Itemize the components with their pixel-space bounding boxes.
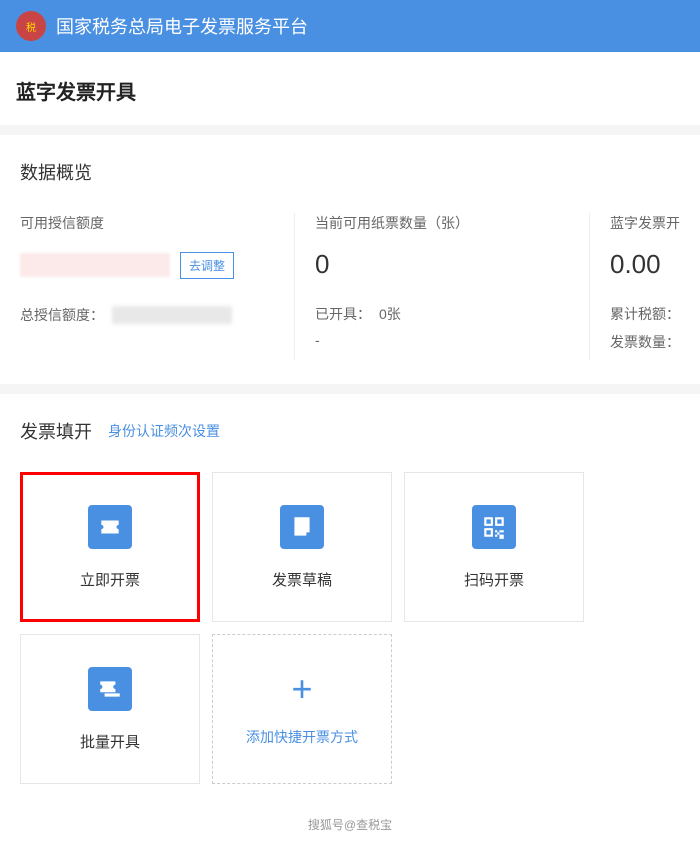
top-header: 税 国家税务总局电子发票服务平台 [0, 0, 700, 52]
invoice-count-label: 发票数量： [610, 332, 680, 352]
batch-icon [88, 667, 132, 711]
draft-icon [280, 505, 324, 549]
tile-label: 发票草稿 [272, 569, 332, 590]
logo-icon: 税 [16, 11, 46, 41]
qr-icon [472, 505, 516, 549]
tile-label: 添加快捷开票方式 [246, 727, 358, 747]
tile-batch-invoice[interactable]: 批量开具 [20, 634, 200, 784]
invoice-fillin-card: 发票填开 身份认证频次设置 立即开票 发票草稿 扫码开票 批量开具 [0, 394, 700, 808]
dash: - [315, 332, 320, 348]
plus-icon: + [291, 671, 312, 707]
issued-label: 已开具： [315, 304, 371, 324]
credit-label: 可用授信额度 [20, 213, 274, 233]
fillin-title: 发票填开 [20, 418, 92, 444]
paper-value: 0 [315, 249, 569, 280]
paper-column: 当前可用纸票数量（张） 0 已开具： 0张 - [294, 213, 589, 360]
issued-value: 0张 [379, 304, 401, 324]
tile-immediate-invoice[interactable]: 立即开票 [20, 472, 200, 622]
app-title: 国家税务总局电子发票服务平台 [56, 13, 308, 39]
tax-total-label: 累计税额： [610, 304, 680, 324]
paper-label: 当前可用纸票数量（张） [315, 213, 569, 233]
blue-column: 蓝字发票开 0.00 累计税额： 发票数量： [589, 213, 680, 360]
adjust-button[interactable]: 去调整 [180, 252, 234, 279]
tile-label: 立即开票 [80, 569, 140, 590]
blue-value: 0.00 [610, 249, 680, 280]
data-overview-card: 数据概览 可用授信额度 去调整 总授信额度： 当前可用纸票数量（张） 0 已开具… [0, 135, 700, 384]
source-watermark: 搜狐号@查税宝 [0, 808, 700, 841]
tile-label: 扫码开票 [464, 569, 524, 590]
overview-title: 数据概览 [20, 159, 680, 185]
tile-scan-invoice[interactable]: 扫码开票 [404, 472, 584, 622]
tile-invoice-draft[interactable]: 发票草稿 [212, 472, 392, 622]
ticket-icon [88, 505, 132, 549]
tile-label: 批量开具 [80, 731, 140, 752]
blue-label: 蓝字发票开 [610, 213, 680, 233]
auth-frequency-link[interactable]: 身份认证频次设置 [108, 421, 220, 441]
total-credit-redacted [112, 306, 232, 324]
tile-add-shortcut[interactable]: + 添加快捷开票方式 [212, 634, 392, 784]
total-credit-label: 总授信额度： [20, 305, 104, 325]
credit-column: 可用授信额度 去调整 总授信额度： [20, 213, 294, 360]
credit-value-redacted [20, 253, 170, 277]
page-title: 蓝字发票开具 [0, 52, 700, 125]
